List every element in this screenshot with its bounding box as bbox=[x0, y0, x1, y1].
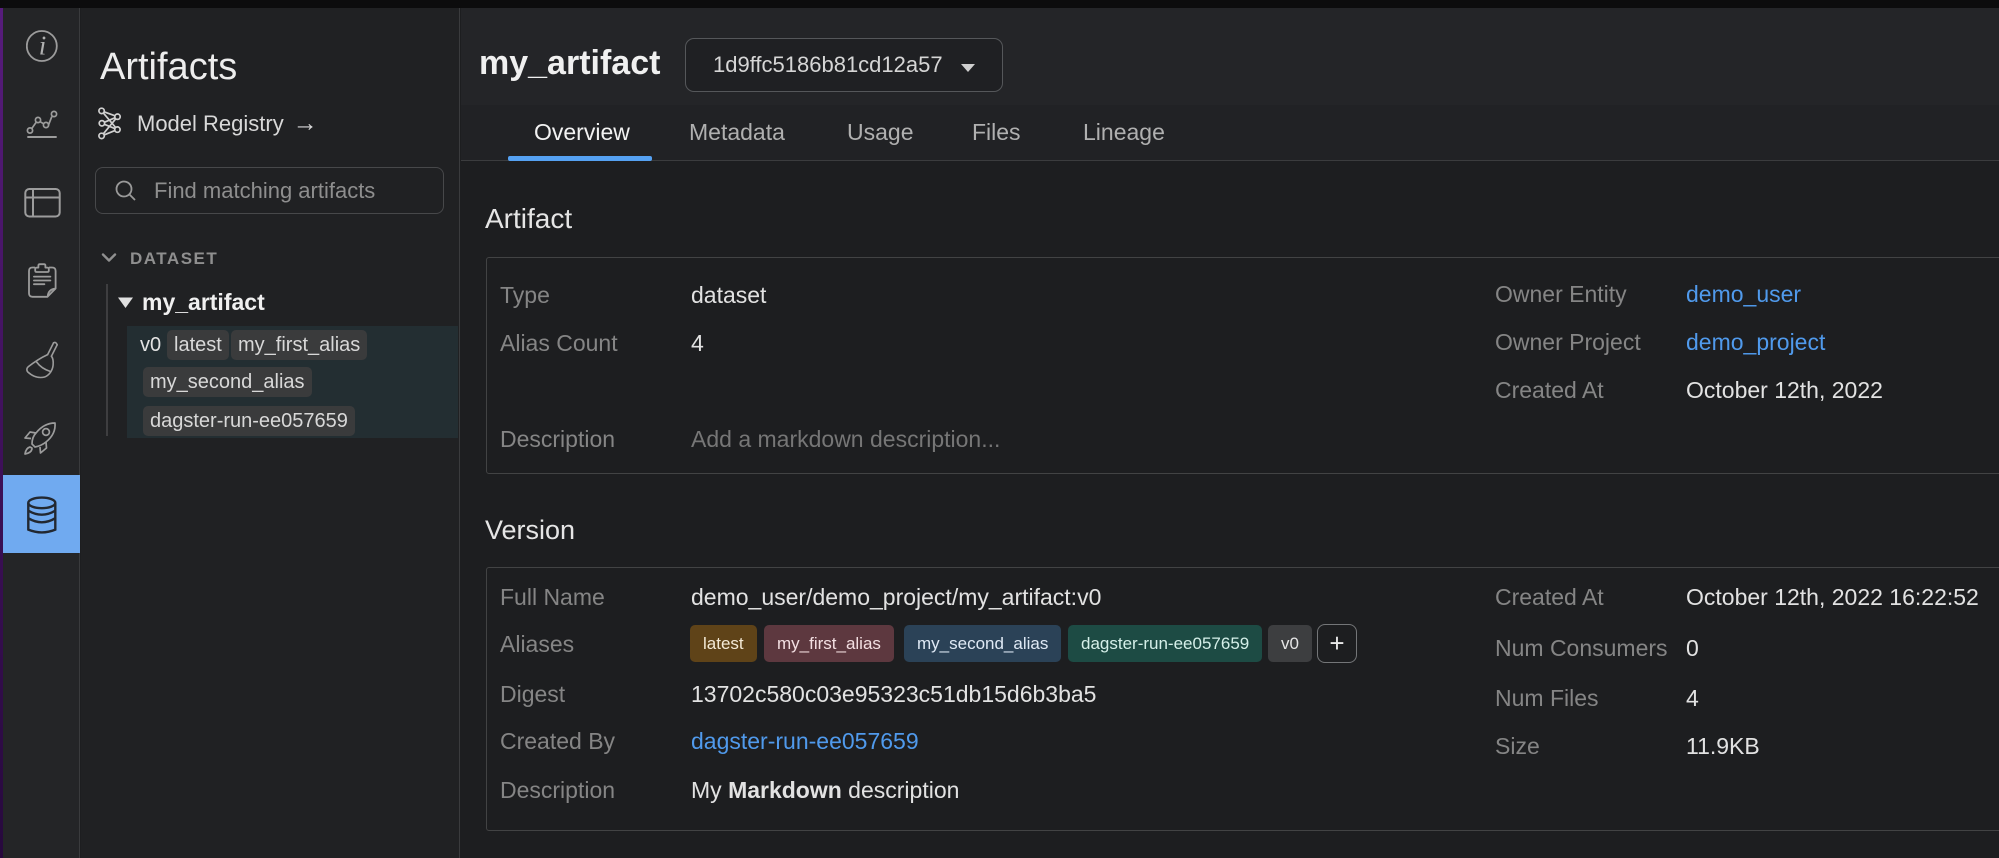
svg-text:i: i bbox=[39, 31, 47, 61]
